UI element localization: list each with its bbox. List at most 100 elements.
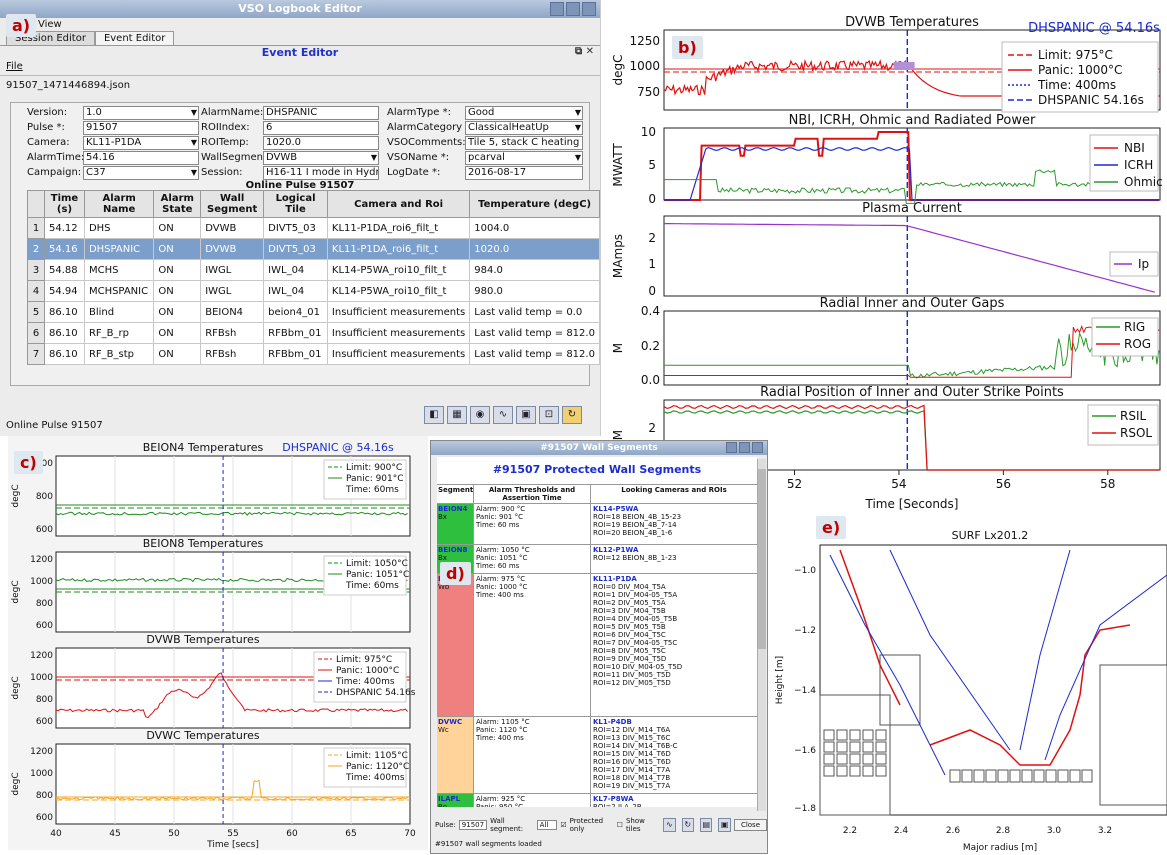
col-wall-segment[interactable]: Wall Segment bbox=[200, 190, 265, 218]
new-icon[interactable]: ◧ bbox=[424, 406, 444, 424]
camera-select[interactable]: KL11-P1DA ▼ bbox=[83, 136, 199, 150]
table-cell[interactable]: DVWB bbox=[200, 217, 265, 239]
table-cell[interactable]: Last valid temp = 812.0 bbox=[469, 322, 600, 344]
save-icon[interactable]: ▣ bbox=[516, 406, 536, 424]
table-cell[interactable]: RF_B_rp bbox=[83, 322, 155, 344]
pulse-spinbox[interactable]: 91507 bbox=[458, 820, 488, 830]
maximize-icon[interactable] bbox=[739, 442, 750, 453]
vsocomments-field[interactable]: Tile 5, stack C heating up v bbox=[465, 136, 583, 150]
table-cell[interactable]: Blind bbox=[83, 301, 155, 323]
save-icon[interactable]: ▣ bbox=[718, 818, 731, 832]
table-cell[interactable]: RFBbm_01 bbox=[263, 343, 328, 365]
table-cell[interactable]: DVWB bbox=[200, 238, 265, 260]
scrollbar[interactable] bbox=[757, 459, 766, 811]
table-cell[interactable]: Last valid temp = 0.0 bbox=[469, 301, 600, 323]
table-cell[interactable]: DHS bbox=[83, 217, 155, 239]
table-cell[interactable]: 86.10 bbox=[44, 343, 85, 365]
minimize-icon[interactable] bbox=[550, 2, 564, 16]
table-cell[interactable]: ON bbox=[153, 259, 202, 281]
table-cell[interactable]: DHSPANIC bbox=[83, 238, 155, 260]
table-cell[interactable]: IWGL bbox=[200, 280, 265, 302]
table-cell[interactable]: beion4_01 bbox=[263, 301, 328, 323]
alarmtype-select[interactable]: Good ▼ bbox=[465, 106, 583, 120]
col-temperature[interactable]: Temperature (degC) bbox=[469, 190, 600, 218]
tab-event-editor[interactable]: Event Editor bbox=[94, 31, 175, 45]
close-icon[interactable] bbox=[752, 442, 763, 453]
table-row[interactable]: 5 86.10 Blind ON BEION4 beion4_01 Insufficient… bbox=[27, 301, 600, 323]
table-row[interactable]: 7 86.10 RF_B_stp ON RFBsh RFBbm_01 Insufficien… bbox=[27, 343, 600, 365]
plot-icon[interactable]: ∿ bbox=[493, 406, 513, 424]
row-number[interactable]: 6 bbox=[27, 322, 45, 344]
table-cell[interactable]: ON bbox=[153, 343, 202, 365]
table-cell[interactable]: RFBsh bbox=[200, 322, 265, 344]
table-cell[interactable]: KL14-P5WA_roi10_filt_t bbox=[326, 259, 471, 281]
refresh-icon[interactable]: ↻ bbox=[681, 818, 694, 832]
row-number[interactable]: 2 bbox=[27, 238, 45, 260]
wall-segment-row[interactable]: BEION8 Bx Alarm: 1050 °C Panic: 1051 °C Time… bbox=[437, 545, 757, 574]
table-cell[interactable]: 86.10 bbox=[44, 301, 85, 323]
table-cell[interactable]: DIVT5_03 bbox=[263, 238, 328, 260]
table-cell[interactable]: Insufficient measurements bbox=[326, 322, 471, 344]
col-logical-tile[interactable]: Logical Tile bbox=[263, 190, 328, 218]
table-cell[interactable]: IWL_04 bbox=[263, 280, 328, 302]
table-cell[interactable]: RF_B_stp bbox=[83, 343, 155, 365]
dock-controls-icon[interactable]: ⧉ ✕ bbox=[575, 46, 594, 57]
table-cell[interactable]: Insufficient measurements bbox=[326, 301, 471, 323]
table-row[interactable]: 3 54.88 MCHS ON IWGL IWL_04 KL14-P5WA_roi10_fi… bbox=[27, 259, 600, 281]
plot-icon[interactable]: ∿ bbox=[663, 818, 676, 832]
row-number[interactable]: 5 bbox=[27, 301, 45, 323]
table-cell[interactable]: RFBsh bbox=[200, 343, 265, 365]
table-cell[interactable]: 1004.0 bbox=[469, 217, 600, 239]
pdf-icon[interactable]: ▤ bbox=[700, 818, 713, 832]
table-cell[interactable]: 54.94 bbox=[44, 280, 85, 302]
table-row[interactable]: 2 54.16 DHSPANIC ON DVWB DIVT5_03 KL11-P1DA_ro… bbox=[27, 238, 600, 260]
table-cell[interactable]: 1020.0 bbox=[469, 238, 600, 260]
col-alarm-state[interactable]: Alarm State bbox=[153, 190, 202, 218]
table-cell[interactable]: ON bbox=[153, 322, 202, 344]
scrollbar-thumb[interactable] bbox=[758, 469, 766, 649]
table-cell[interactable]: IWL_04 bbox=[263, 259, 328, 281]
wall-segment-row[interactable]: BEION4 Bx Alarm: 900 °C Panic: 901 °C Time: … bbox=[437, 504, 757, 545]
table-cell[interactable]: KL11-P1DA_roi6_filt_t bbox=[326, 238, 471, 260]
table-cell[interactable]: RFBbm_01 bbox=[263, 322, 328, 344]
row-number[interactable]: 1 bbox=[27, 217, 45, 239]
wall-segment-row[interactable]: DVWC Wc Alarm: 1105 °C Panic: 1120 °C Time: … bbox=[437, 717, 757, 794]
refresh-icon[interactable]: ↻ bbox=[562, 406, 582, 424]
alarmcategory-select[interactable]: ClassicalHeatUp ▼ bbox=[465, 121, 583, 135]
col-time[interactable]: Time (s) bbox=[44, 190, 85, 218]
table-cell[interactable]: Insufficient measurements bbox=[326, 343, 471, 365]
col-camera-roi[interactable]: Camera and Roi bbox=[326, 190, 471, 218]
table-cell[interactable]: MCHS bbox=[83, 259, 155, 281]
file-menu[interactable]: File bbox=[0, 60, 600, 73]
wall-segment-select[interactable]: All bbox=[536, 820, 558, 830]
table-cell[interactable]: 54.88 bbox=[44, 259, 85, 281]
table-cell[interactable]: MCHSPANIC bbox=[83, 280, 155, 302]
row-number[interactable]: 7 bbox=[27, 343, 45, 365]
table-cell[interactable]: IWGL bbox=[200, 259, 265, 281]
table-cell[interactable]: ON bbox=[153, 238, 202, 260]
show-tiles-checkbox[interactable]: ☐ bbox=[617, 821, 623, 829]
table-cell[interactable]: 54.16 bbox=[44, 238, 85, 260]
close-button[interactable]: Close bbox=[733, 819, 768, 831]
session-field[interactable]: H16-11 I mode in Hydrohge bbox=[263, 166, 379, 180]
table-row[interactable]: 1 54.12 DHS ON DVWB DIVT5_03 KL11-P1DA_roi6_fi… bbox=[27, 217, 600, 239]
minimize-icon[interactable] bbox=[726, 442, 737, 453]
version-select[interactable]: 1.0 ▼ bbox=[83, 106, 199, 120]
row-number[interactable]: 3 bbox=[27, 259, 45, 281]
table-cell[interactable]: KL14-P5WA_roi10_filt_t bbox=[326, 280, 471, 302]
table-cell[interactable]: 86.10 bbox=[44, 322, 85, 344]
table-cell[interactable]: ON bbox=[153, 217, 202, 239]
row-number[interactable]: 4 bbox=[27, 280, 45, 302]
roitemp-field[interactable]: 1020.0 bbox=[263, 136, 379, 150]
table-cell[interactable]: 54.12 bbox=[44, 217, 85, 239]
table-cell[interactable]: DIVT5_03 bbox=[263, 217, 328, 239]
pulse-field[interactable]: 91507 bbox=[83, 121, 199, 135]
campaign-select[interactable]: C37 ▼ bbox=[83, 166, 199, 180]
table-cell[interactable]: 980.0 bbox=[469, 280, 600, 302]
info-icon[interactable]: ◉ bbox=[470, 406, 490, 424]
menu-view[interactable]: View bbox=[38, 19, 62, 30]
table-cell[interactable]: BEION4 bbox=[200, 301, 265, 323]
vsoname-select[interactable]: pcarval ▼ bbox=[465, 151, 583, 165]
wall-segment-row[interactable]: DVWBWbAlarm: 975 °CPanic: 1000 °CTime: 4… bbox=[437, 574, 757, 717]
maximize-icon[interactable] bbox=[566, 2, 580, 16]
